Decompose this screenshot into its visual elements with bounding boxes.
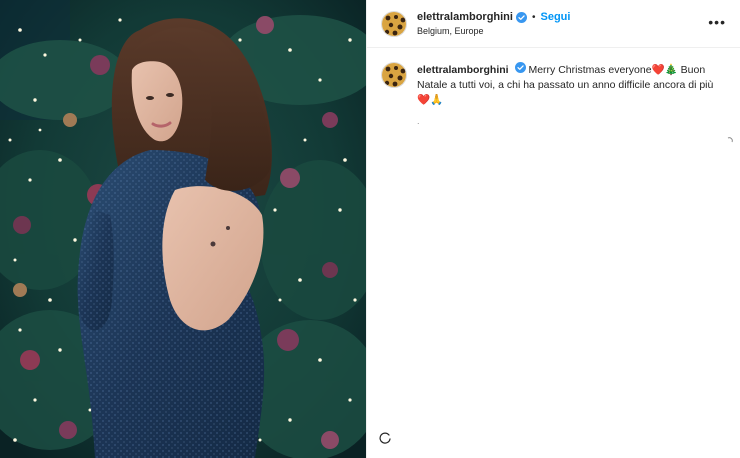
post-location[interactable]: Belgium, Europe xyxy=(417,26,570,36)
instagram-post: elettralamborghini • Segui Belgium, Euro… xyxy=(0,0,740,458)
more-options-icon[interactable]: ••• xyxy=(708,15,726,29)
caption-timestamp: . xyxy=(417,116,420,126)
post-photo[interactable] xyxy=(0,0,366,458)
caption-body: elettralamborghini Merry Christmas every… xyxy=(417,62,726,129)
author-avatar[interactable] xyxy=(381,10,407,37)
header-separator: • xyxy=(531,11,536,23)
post-details-panel: elettralamborghini • Segui Belgium, Euro… xyxy=(366,0,740,458)
caption-avatar[interactable] xyxy=(381,62,407,88)
header-text: elettralamborghini • Segui Belgium, Euro… xyxy=(417,11,570,36)
header-top-row: elettralamborghini • Segui xyxy=(417,11,570,23)
post-photo-image xyxy=(0,0,366,458)
author-username[interactable]: elettralamborghini xyxy=(417,11,513,23)
loading-spinner-icon xyxy=(379,432,391,444)
caption-username[interactable]: elettralamborghini xyxy=(417,64,509,76)
verified-badge-icon xyxy=(515,11,527,23)
follow-button[interactable]: Segui xyxy=(540,11,570,23)
leopard-avatar-icon xyxy=(382,11,406,36)
post-header: elettralamborghini • Segui Belgium, Euro… xyxy=(367,0,740,48)
verified-badge-icon xyxy=(514,62,526,73)
loading-spinner-icon xyxy=(727,137,733,143)
caption-row: elettralamborghini Merry Christmas every… xyxy=(367,48,740,129)
leopard-avatar-icon xyxy=(382,63,406,87)
